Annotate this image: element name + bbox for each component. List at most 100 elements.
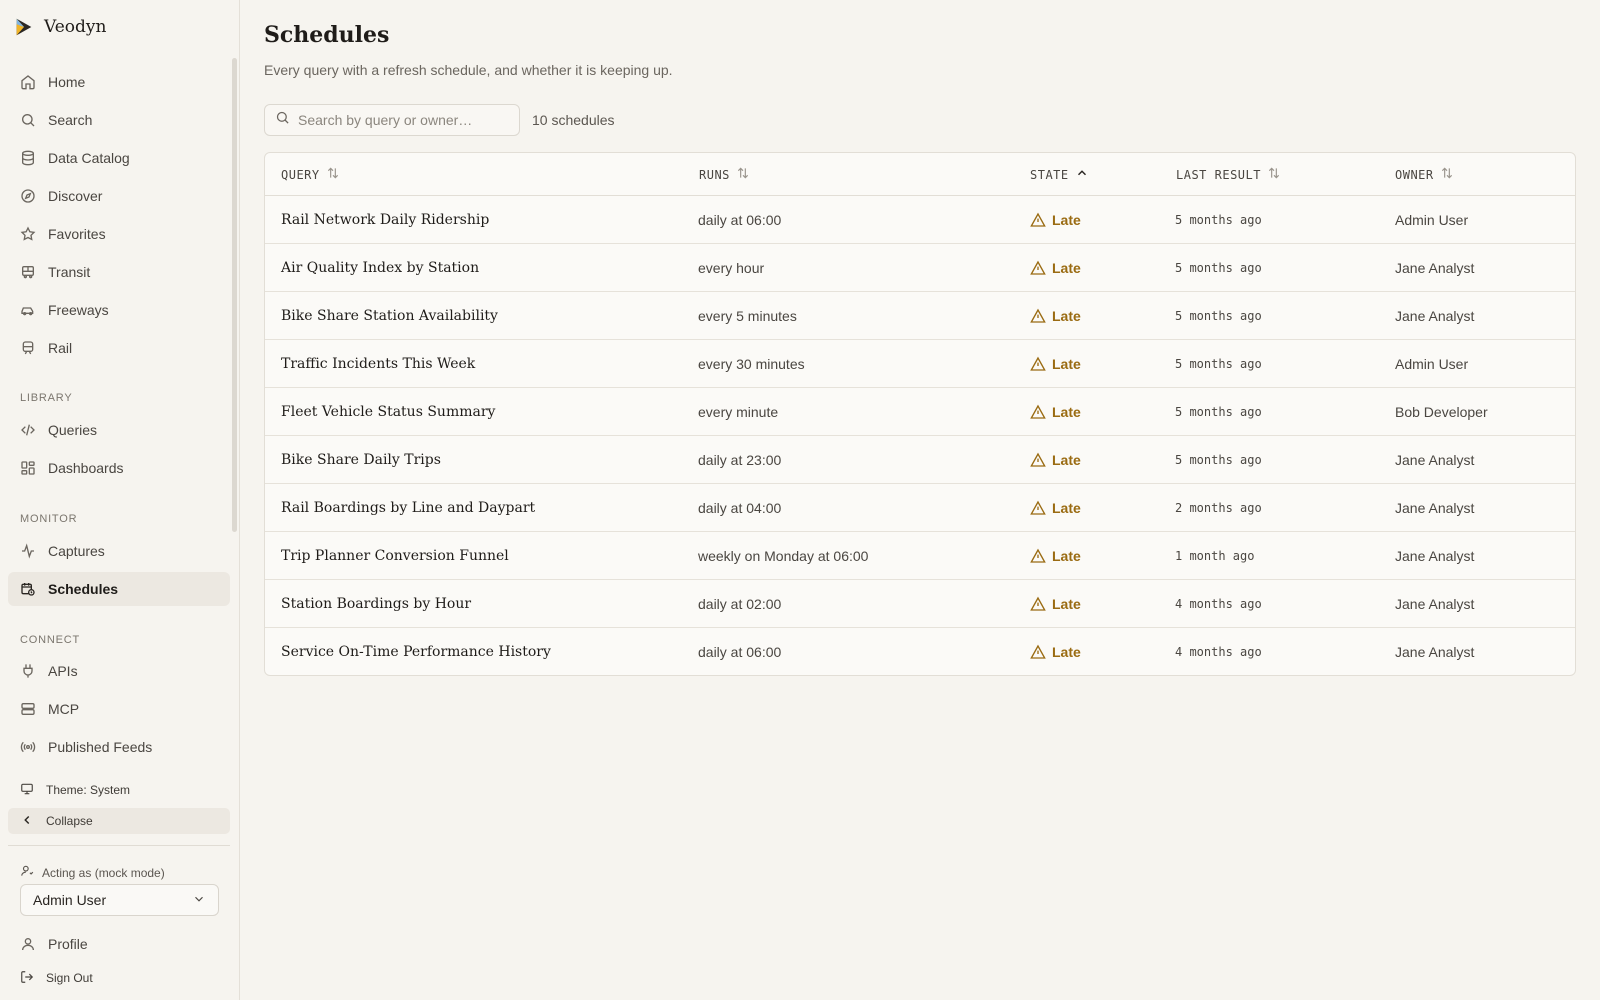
sidebar-item-label: Dashboards [48,460,124,476]
calendar-clock-icon [20,581,36,597]
table-row[interactable]: Air Quality Index by Station every hour La… [265,244,1575,292]
state-badge: Late [1030,436,1081,484]
sidebar-item-label: Discover [48,188,103,204]
last-result-cell: 5 months ago [1175,261,1262,275]
brand[interactable]: Veodyn [12,14,106,40]
owner-cell: Jane Analyst [1395,500,1475,516]
search-input[interactable] [298,112,508,128]
sidebar-item-apis[interactable]: APIs [8,654,230,688]
sort-icon [1440,166,1454,183]
radio-icon [20,739,36,755]
query-name[interactable]: Service On-Time Performance History [281,628,551,675]
sidebar-item-label: Published Feeds [48,739,153,755]
warning-icon [1030,356,1046,372]
sidebar-item-search[interactable]: Search [8,103,230,137]
table-row[interactable]: Rail Network Daily Ridership daily at 06:… [265,196,1575,244]
theme-toggle[interactable]: Theme: System [8,777,230,803]
sidebar-item-home[interactable]: Home [8,65,230,99]
runs-cell: daily at 06:00 [698,212,782,228]
sidebar-item-published-feeds[interactable]: Published Feeds [8,730,230,764]
query-name[interactable]: Traffic Incidents This Week [281,340,475,388]
log-out-icon [20,970,34,987]
warning-icon [1030,260,1046,276]
owner-cell: Jane Analyst [1395,644,1475,660]
acting-as-label: Acting as (mock mode) [20,864,165,881]
owner-cell: Bob Developer [1395,404,1488,420]
sidebar-item-freeways[interactable]: Freeways [8,293,230,327]
veodyn-logo-icon [12,15,36,39]
owner-cell: Jane Analyst [1395,308,1475,324]
table-row[interactable]: Bike Share Daily Trips daily at 23:00 Late… [265,436,1575,484]
state-badge: Late [1030,196,1081,244]
warning-icon [1030,644,1046,660]
acting-user-select[interactable]: Admin User [20,884,219,916]
state-label: Late [1052,596,1081,612]
theme-label: Theme: System [46,783,131,797]
sidebar-item-label: Freeways [48,302,109,318]
page-title: Schedules [264,22,390,48]
state-label: Late [1052,356,1081,372]
last-result-cell: 1 month ago [1175,549,1255,563]
column-header-owner[interactable]: OWNER [1395,153,1454,196]
query-name[interactable]: Air Quality Index by Station [281,244,479,292]
table-row[interactable]: Trip Planner Conversion Funnel weekly on … [265,532,1575,580]
last-result-cell: 4 months ago [1175,645,1262,659]
table-row[interactable]: Service On-Time Performance History daily… [265,628,1575,675]
section-label-connect: CONNECT [20,634,80,646]
column-header-last-result[interactable]: LAST RESULT [1176,153,1281,196]
state-badge: Late [1030,340,1081,388]
table-row[interactable]: Rail Boardings by Line and Daypart daily … [265,484,1575,532]
owner-cell: Jane Analyst [1395,260,1475,276]
sidebar-item-queries[interactable]: Queries [8,413,230,447]
query-name[interactable]: Rail Boardings by Line and Daypart [281,484,535,532]
server-icon [20,701,36,717]
column-header-runs[interactable]: RUNS [699,153,750,196]
sidebar-item-mcp[interactable]: MCP [8,692,230,726]
sign-out-button[interactable]: Sign Out [8,965,230,991]
column-header-label: RUNS [699,167,730,182]
runs-cell: daily at 23:00 [698,452,782,468]
sidebar-item-favorites[interactable]: Favorites [8,217,230,251]
search-field[interactable] [264,104,520,136]
query-name[interactable]: Trip Planner Conversion Funnel [281,532,509,580]
table-row[interactable]: Station Boardings by Hour daily at 02:00 L… [265,580,1575,628]
sidebar-item-dashboards[interactable]: Dashboards [8,451,230,485]
sidebar-scrollbar[interactable] [232,58,237,532]
user-icon [20,936,36,952]
sidebar-item-rail[interactable]: Rail [8,331,230,365]
query-name[interactable]: Fleet Vehicle Status Summary [281,388,495,436]
acting-user-value: Admin User [33,892,107,908]
column-header-query[interactable]: QUERY [281,153,340,196]
search-icon [275,110,290,130]
query-name[interactable]: Bike Share Station Availability [281,292,498,340]
sidebar-item-data-catalog[interactable]: Data Catalog [8,141,230,175]
table-row[interactable]: Bike Share Station Availability every 5 m… [265,292,1575,340]
sidebar-item-discover[interactable]: Discover [8,179,230,213]
warning-icon [1030,548,1046,564]
user-cog-icon [20,864,34,881]
query-name[interactable]: Station Boardings by Hour [281,580,471,628]
state-badge: Late [1030,484,1081,532]
sidebar-item-label: Schedules [48,581,119,597]
section-label-library: LIBRARY [20,392,73,404]
query-name[interactable]: Bike Share Daily Trips [281,436,441,484]
sidebar-item-captures[interactable]: Captures [8,534,230,568]
table-row[interactable]: Fleet Vehicle Status Summary every minute… [265,388,1575,436]
warning-icon [1030,212,1046,228]
runs-cell: weekly on Monday at 06:00 [698,548,869,564]
warning-icon [1030,308,1046,324]
sort-icon [736,166,750,183]
column-header-state[interactable]: STATE [1030,153,1089,196]
query-name[interactable]: Rail Network Daily Ridership [281,196,489,244]
dashboard-icon [20,460,36,476]
sidebar-item-transit[interactable]: Transit [8,255,230,289]
table-row[interactable]: Traffic Incidents This Week every 30 minu… [265,340,1575,388]
state-label: Late [1052,308,1081,324]
warning-icon [1030,452,1046,468]
sidebar-item-label: Queries [48,422,98,438]
state-badge: Late [1030,532,1081,580]
collapse-button[interactable]: Collapse [8,808,230,834]
sidebar: Veodyn Home Search Data Catalog Discover… [0,0,240,1000]
sidebar-item-profile[interactable]: Profile [8,927,230,961]
sidebar-item-schedules[interactable]: Schedules [8,572,230,606]
